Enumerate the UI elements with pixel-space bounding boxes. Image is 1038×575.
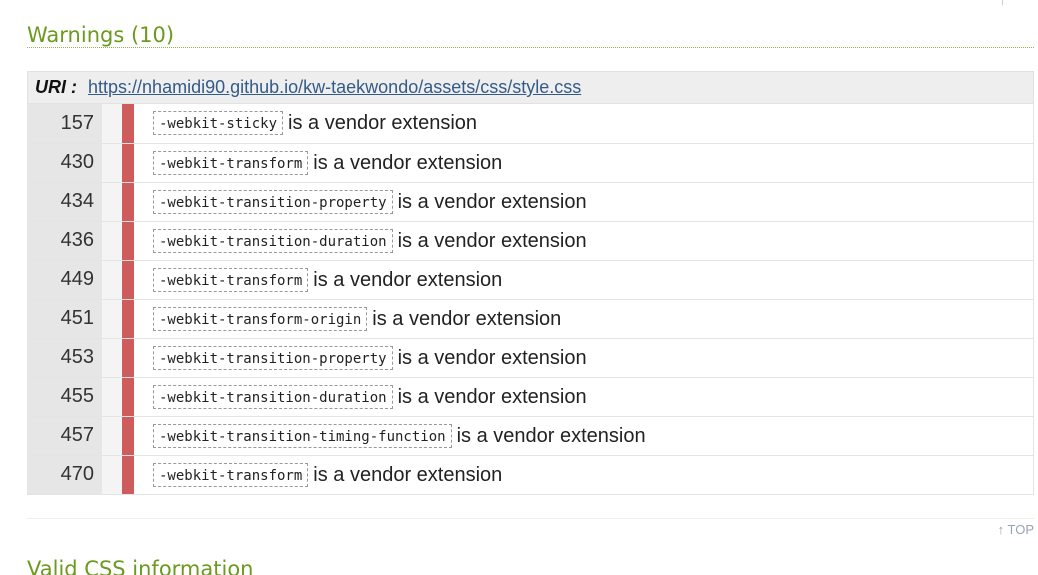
warning-message: -webkit-transition-duration is a vendor e… [134,221,1034,261]
warning-row: 470 -webkit-transform is a vendor extensio… [27,455,1034,495]
warning-level-marker [122,299,134,339]
row-spacer [102,143,122,183]
css-property-code: -webkit-transition-timing-function [153,423,452,448]
row-spacer [102,455,122,495]
warning-level-marker [122,377,134,417]
row-spacer [102,182,122,222]
warning-level-marker [122,416,134,456]
css-property-code: -webkit-transition-property [153,189,393,214]
line-number: 451 [27,299,102,339]
warning-text: is a vendor extension [313,151,503,174]
line-number: 470 [27,455,102,495]
warning-message: -webkit-transition-timing-function is a v… [134,416,1034,456]
css-property-code: -webkit-transform [153,267,309,292]
warning-level-marker [122,455,134,495]
css-property-code: -webkit-transform-origin [153,306,368,331]
row-spacer [102,104,122,144]
line-number: 436 [27,221,102,261]
warning-message: -webkit-transition-property is a vendor e… [134,182,1034,222]
valid-css-information-heading: Valid CSS information [27,557,254,575]
warning-text: is a vendor extension [397,346,587,369]
line-number: 449 [27,260,102,300]
warning-text: is a vendor extension [456,424,646,447]
warning-row: 453 -webkit-transition-property is a vendo… [27,338,1034,378]
css-property-code: -webkit-transition-duration [153,228,393,253]
warning-message: -webkit-transform-origin is a vendor exte… [134,299,1034,339]
warning-level-marker [122,104,134,144]
line-number: 457 [27,416,102,456]
scroll-edge-divider [1002,0,1003,5]
warning-text: is a vendor extension [372,307,562,330]
line-number: 453 [27,338,102,378]
uri-label: URI : [35,77,77,97]
warning-text: is a vendor extension [397,385,587,408]
row-spacer [102,416,122,456]
row-spacer [102,221,122,261]
row-spacer [102,299,122,339]
section-divider [27,518,1034,519]
warning-message: -webkit-sticky is a vendor extension [134,104,1034,144]
warning-row: 457 -webkit-transition-timing-function is … [27,416,1034,456]
warning-message: -webkit-transition-property is a vendor e… [134,338,1034,378]
css-property-code: -webkit-transform [153,150,309,175]
line-number: 434 [27,182,102,222]
row-spacer [102,260,122,300]
warning-message: -webkit-transform is a vendor extension [134,260,1034,300]
css-property-code: -webkit-sticky [153,111,284,136]
warning-message: -webkit-transition-duration is a vendor e… [134,377,1034,417]
warning-text: is a vendor extension [288,112,478,135]
css-property-code: -webkit-transform [153,462,309,487]
warning-text: is a vendor extension [397,229,587,252]
warnings-table-body: 157 -webkit-sticky is a vendor extension 43… [27,104,1034,495]
warning-row: 434 -webkit-transition-property is a vendo… [27,182,1034,222]
warning-row: 449 -webkit-transform is a vendor extensio… [27,260,1034,300]
warning-row: 451 -webkit-transform-origin is a vendor e… [27,299,1034,339]
row-spacer [102,338,122,378]
validator-results-page: Warnings (10) URI : https://nhamidi90.gi… [0,0,1038,575]
warning-row: 157 -webkit-sticky is a vendor extension [27,104,1034,144]
line-number: 430 [27,143,102,183]
warnings-heading: Warnings (10) [27,22,1034,48]
warning-text: is a vendor extension [313,268,503,291]
line-number: 157 [27,104,102,144]
warning-row: 436 -webkit-transition-duration is a vendo… [27,221,1034,261]
uri-bar: URI : https://nhamidi90.github.io/kw-tae… [27,71,1034,104]
warning-row: 455 -webkit-transition-duration is a vendo… [27,377,1034,417]
line-number: 455 [27,377,102,417]
warning-level-marker [122,338,134,378]
css-property-code: -webkit-transition-duration [153,384,393,409]
warnings-table: 157 -webkit-sticky is a vendor extension 43… [27,104,1034,495]
warning-text: is a vendor extension [313,463,503,486]
back-to-top-link[interactable]: ↑ TOP [998,522,1034,537]
css-property-code: -webkit-transition-property [153,345,393,370]
row-spacer [102,377,122,417]
warning-message: -webkit-transform is a vendor extension [134,143,1034,183]
warning-text: is a vendor extension [397,190,587,213]
uri-link[interactable]: https://nhamidi90.github.io/kw-taekwondo… [88,77,581,97]
warning-level-marker [122,182,134,222]
warning-message: -webkit-transform is a vendor extension [134,455,1034,495]
warning-level-marker [122,221,134,261]
warning-row: 430 -webkit-transform is a vendor extensio… [27,143,1034,183]
warning-level-marker [122,260,134,300]
warning-level-marker [122,143,134,183]
